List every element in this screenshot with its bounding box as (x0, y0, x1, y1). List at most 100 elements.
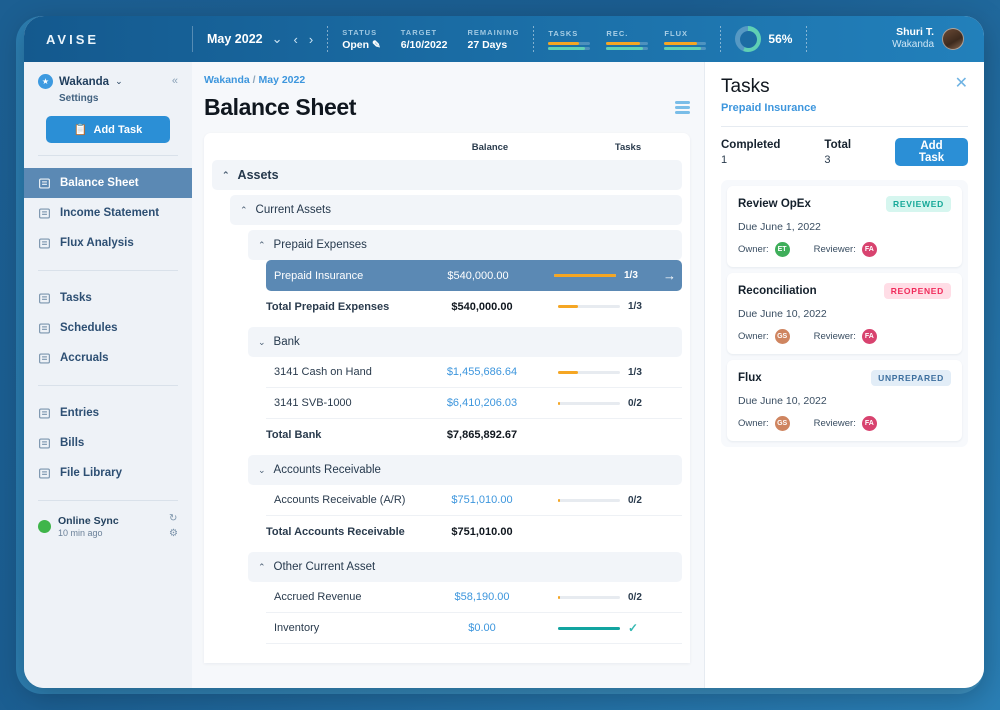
task-card-list: Review OpExREVIEWEDDue June 1, 2022Owner… (721, 180, 968, 447)
column-tasks: Tasks (560, 142, 690, 153)
breadcrumb-current[interactable]: May 2022 (258, 74, 305, 86)
sidebar-item-entries[interactable]: Entries (24, 398, 192, 428)
row-tasks: 1/3 (552, 367, 682, 378)
task-fraction: 1/3 (628, 301, 650, 312)
sidebar-item-label: Balance Sheet (60, 177, 139, 189)
panel-add-task-button[interactable]: Add Task (895, 138, 968, 166)
owner-avatar[interactable]: GS (775, 416, 790, 431)
group-row[interactable]: ⌃Current Assets (230, 195, 682, 225)
table-row-total[interactable]: Total Prepaid Expenses$540,000.001/3 (258, 291, 682, 322)
period-stats: STATUSOpen ✎TARGET6/10/2022REMAINING27 D… (328, 28, 533, 51)
breadcrumb-root[interactable]: Wakanda (204, 74, 250, 86)
group-row[interactable]: ⌄Bank (248, 327, 682, 357)
main-content: Wakanda / May 2022 Balance Sheet Balance… (192, 62, 704, 688)
table-row-total[interactable]: Total Accounts Receivable$751,010.00 (258, 516, 682, 547)
task-card[interactable]: Review OpExREVIEWEDDue June 1, 2022Owner… (727, 186, 962, 267)
month-selector[interactable]: May 2022 ⌄ ‹ › (193, 31, 327, 47)
sidebar-settings-link[interactable]: Settings (59, 93, 178, 104)
balance-sheet-table: Balance Tasks ⌃Assets⌃Current Assets⌃Pre… (204, 133, 690, 663)
sync-status-icon (38, 520, 51, 533)
month-label: May 2022 (207, 32, 263, 46)
group-row[interactable]: ⌄ Accounts Receivable (248, 455, 682, 485)
table-row[interactable]: 3141 Cash on Hand$1,455,686.641/3 (266, 357, 682, 388)
sidebar-item-label: Bills (60, 437, 84, 449)
sidebar-item-tasks[interactable]: Tasks (24, 283, 192, 313)
task-card[interactable]: FluxUNPREPAREDDue June 10, 2022Owner:GSR… (727, 360, 962, 441)
row-label: 3141 Cash on Hand (266, 366, 412, 378)
group-row[interactable]: ⌃Prepaid Expenses (248, 230, 682, 260)
sidebar-item-bills[interactable]: Bills (24, 428, 192, 458)
chevron-down-icon[interactable]: ⌄ (270, 31, 285, 47)
row-tasks: 1/3 (552, 301, 682, 312)
collapse-arrow-icon[interactable]: ⌄ (258, 465, 266, 476)
owner-label: Owner: (738, 331, 769, 342)
divider (38, 155, 178, 156)
sidebar-item-schedules[interactable]: Schedules (24, 313, 192, 343)
task-card[interactable]: ReconciliationREOPENEDDue June 10, 2022O… (727, 273, 962, 354)
owner-avatar[interactable]: ET (775, 242, 790, 257)
sidebar-item-label: Entries (60, 407, 99, 419)
group-row[interactable]: ⌃Assets (212, 160, 682, 190)
sidebar-item-balance-sheet[interactable]: Balance Sheet (24, 168, 192, 198)
refresh-icon[interactable]: ↻ (169, 513, 178, 524)
reviewer-avatar[interactable]: FA (862, 329, 877, 344)
sync-label: Online Sync (58, 515, 119, 527)
user-name: Shuri T. (892, 26, 934, 39)
group-label: Accounts Receivable (274, 464, 381, 476)
sidebar-item-flux-analysis[interactable]: Flux Analysis (24, 228, 192, 258)
reviewer-avatar[interactable]: FA (862, 416, 877, 431)
sidebar-item-accruals[interactable]: Accruals (24, 343, 192, 373)
row-tasks: ✓ (552, 621, 682, 635)
stat-2: REMAINING27 Days (467, 28, 519, 51)
sidebar-item-label: Tasks (60, 292, 92, 304)
row-balance: $540,000.00 (412, 301, 552, 313)
total-value: 3 (824, 154, 851, 166)
group-row[interactable]: ⌃Other Current Asset (248, 552, 682, 582)
collapse-arrow-icon[interactable]: ⌄ (258, 337, 266, 348)
row-balance: $6,410,206.03 (412, 397, 552, 409)
add-task-label: Add Task (94, 124, 143, 136)
table-row[interactable]: Accounts Receivable (A/R)$751,010.000/2 (266, 485, 682, 516)
overall-progress: 56% (721, 26, 806, 52)
sidebar-item-income-statement[interactable]: Income Statement (24, 198, 192, 228)
clipboard-icon: 📋 (74, 123, 88, 136)
chevron-down-icon: ⌄ (115, 76, 123, 87)
completed-label: Completed (721, 139, 780, 151)
sidebar-item-file-library[interactable]: File Library (24, 458, 192, 488)
arrow-right-icon[interactable]: → (663, 268, 678, 283)
user-menu[interactable]: Shuri T. Wakanda (892, 26, 984, 52)
org-switcher[interactable]: ★ Wakanda ⌄ (38, 74, 178, 89)
collapse-arrow-icon[interactable]: ⌃ (240, 205, 248, 216)
tasks-panel-subtitle[interactable]: Prepaid Insurance (721, 102, 816, 114)
close-icon[interactable]: ✕ (955, 76, 968, 92)
balance-scale-icon (38, 177, 51, 190)
divider (38, 270, 178, 271)
chevron-right-icon[interactable]: › (307, 32, 315, 47)
avatar[interactable] (942, 28, 964, 50)
add-task-button[interactable]: 📋 Add Task (46, 116, 170, 143)
collapse-arrow-icon[interactable]: ⌃ (258, 562, 266, 573)
table-row-total[interactable]: Total Bank$7,865,892.67 (258, 419, 682, 450)
table-row[interactable]: Prepaid Insurance$540,000.001/3→ (266, 260, 682, 291)
app-window: AVISE May 2022 ⌄ ‹ › STATUSOpen ✎TARGET6… (24, 16, 984, 688)
breadcrumb: Wakanda / May 2022 (204, 74, 690, 86)
owner-avatar[interactable]: GS (775, 329, 790, 344)
breadcrumb-separator: / (253, 74, 256, 86)
reviewer-avatar[interactable]: FA (862, 242, 877, 257)
stat-1: TARGET6/10/2022 (401, 28, 448, 51)
chevron-left-icon[interactable]: ‹ (292, 32, 300, 47)
table-row[interactable]: Inventory$0.00✓ (266, 613, 682, 644)
row-balance: $7,865,892.67 (412, 429, 552, 441)
list-menu-icon[interactable] (675, 101, 690, 114)
collapse-arrow-icon[interactable]: ⌃ (258, 240, 266, 251)
entries-icon (38, 407, 51, 420)
task-fraction: 0/2 (628, 398, 650, 409)
row-tasks: 0/2 (552, 495, 682, 506)
gear-icon[interactable]: ⚙ (169, 528, 178, 539)
sidebar-item-label: File Library (60, 467, 122, 479)
collapse-arrow-icon[interactable]: ⌃ (222, 170, 230, 181)
table-row[interactable]: 3141 SVB-1000$6,410,206.030/2 (266, 388, 682, 419)
table-row[interactable]: Accrued Revenue$58,190.000/2 (266, 582, 682, 613)
collapse-sidebar-button[interactable]: « (172, 75, 178, 87)
user-org: Wakanda (892, 39, 934, 52)
